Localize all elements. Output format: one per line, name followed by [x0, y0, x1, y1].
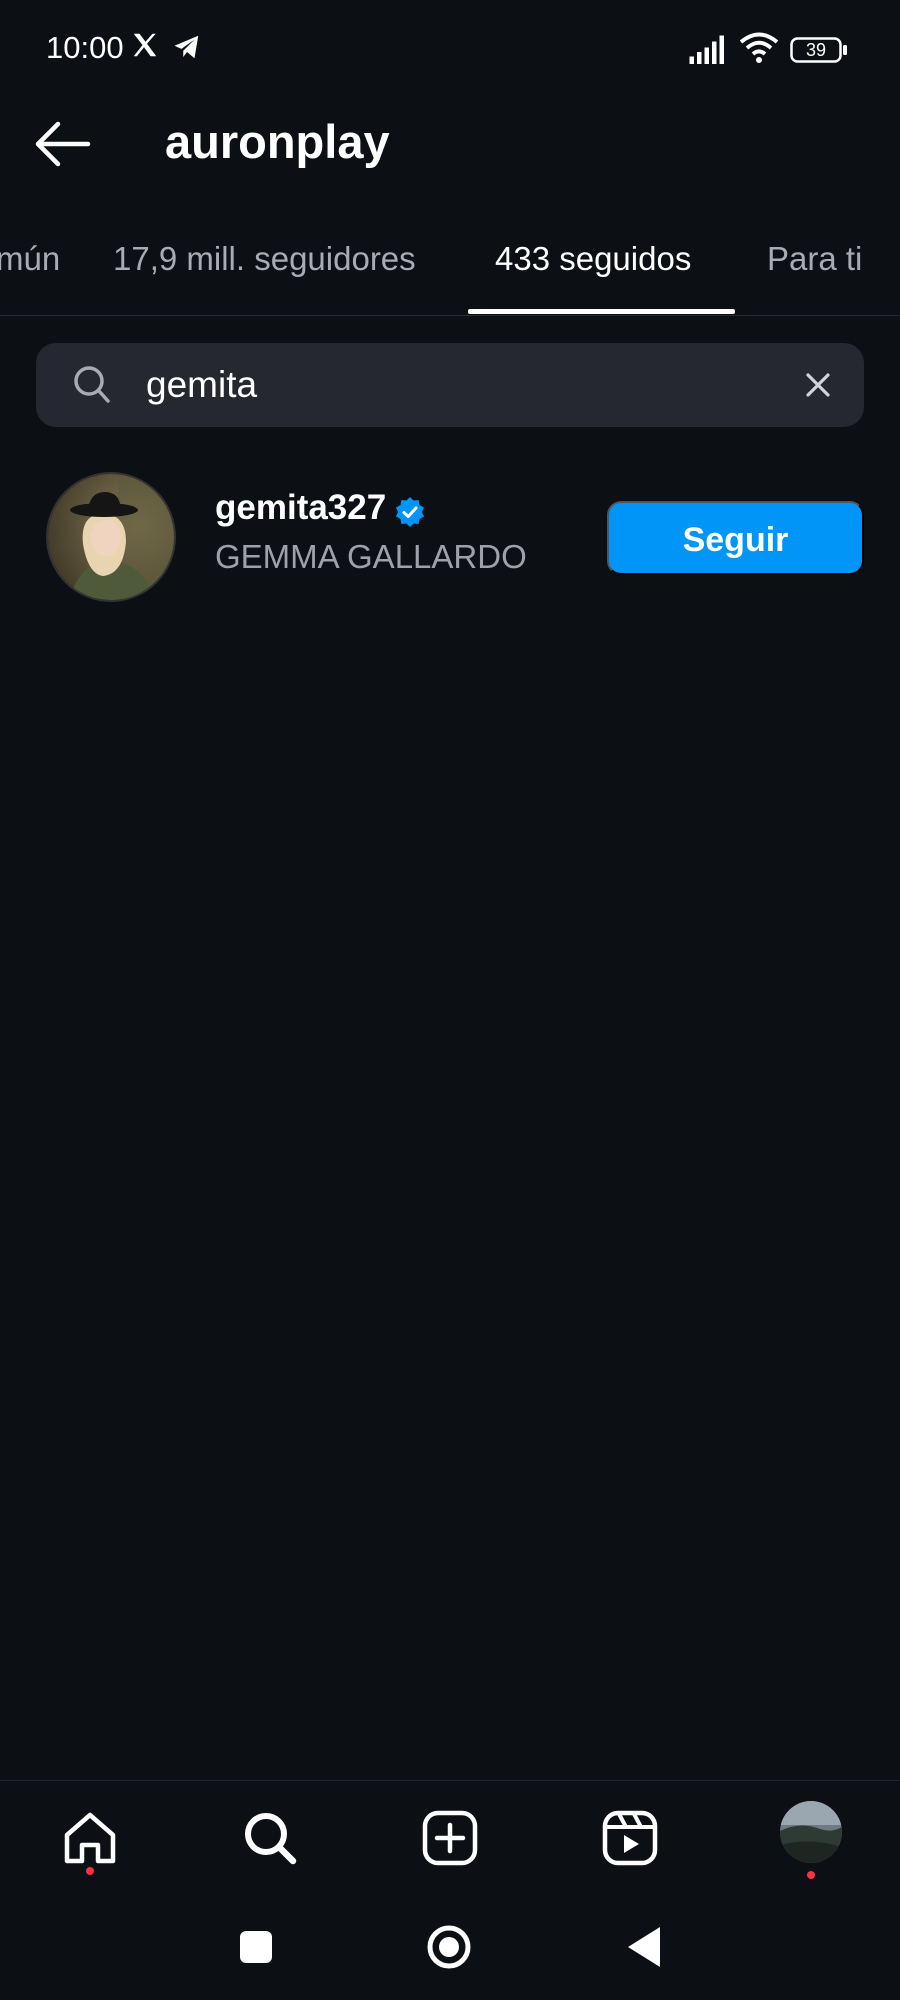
- search-icon[interactable]: [235, 1803, 305, 1873]
- list-item[interactable]: gemita327 GEMMA GALLARDO Seguir: [0, 462, 900, 612]
- bottom-nav: [0, 1780, 900, 1895]
- active-tab-indicator: [468, 309, 735, 314]
- battery-level: 39: [805, 40, 827, 60]
- page-title: auronplay: [165, 115, 390, 168]
- tab-para-ti[interactable]: Para ti: [767, 240, 862, 278]
- status-bar: 10:00 39: [0, 0, 900, 100]
- telegram-icon: [174, 35, 199, 59]
- search-input[interactable]: [146, 357, 796, 413]
- back-triangle-icon[interactable]: [616, 1919, 672, 1975]
- verified-badge-icon: [396, 497, 424, 527]
- tab-en-comun[interactable]: mún: [0, 240, 60, 278]
- x-icon: [133, 33, 157, 57]
- close-icon[interactable]: [796, 363, 840, 407]
- reels-icon[interactable]: [595, 1803, 665, 1873]
- profile-avatar[interactable]: [780, 1801, 842, 1863]
- search-box[interactable]: [36, 343, 864, 427]
- screen: 10:00 39 auronplay mún 17,9 mill. seguid…: [0, 0, 900, 2000]
- arrow-left-icon[interactable]: [30, 118, 94, 170]
- notification-dot: [807, 1871, 815, 1879]
- wifi-icon: [739, 32, 779, 63]
- follow-button[interactable]: Seguir: [607, 501, 864, 575]
- tab-seguidores[interactable]: 17,9 mill. seguidores: [113, 240, 416, 278]
- notification-dot: [86, 1867, 94, 1875]
- battery-icon: 39: [790, 36, 848, 64]
- create-icon[interactable]: [415, 1803, 485, 1873]
- recents-icon[interactable]: [228, 1919, 284, 1975]
- search-icon: [74, 366, 110, 403]
- full-name: GEMMA GALLARDO: [215, 538, 527, 575]
- home-circle-icon[interactable]: [421, 1919, 477, 1975]
- status-time: 10:00: [46, 30, 124, 65]
- tab-seguidos[interactable]: 433 seguidos: [495, 240, 691, 278]
- avatar[interactable]: [46, 472, 176, 602]
- username: gemita327: [215, 488, 387, 527]
- system-nav-bar: [0, 1895, 900, 2000]
- home-icon[interactable]: [55, 1803, 125, 1873]
- signal-icon: [689, 35, 724, 64]
- header: auronplay: [0, 100, 900, 190]
- tab-bar: mún 17,9 mill. seguidores 433 seguidos P…: [0, 226, 900, 316]
